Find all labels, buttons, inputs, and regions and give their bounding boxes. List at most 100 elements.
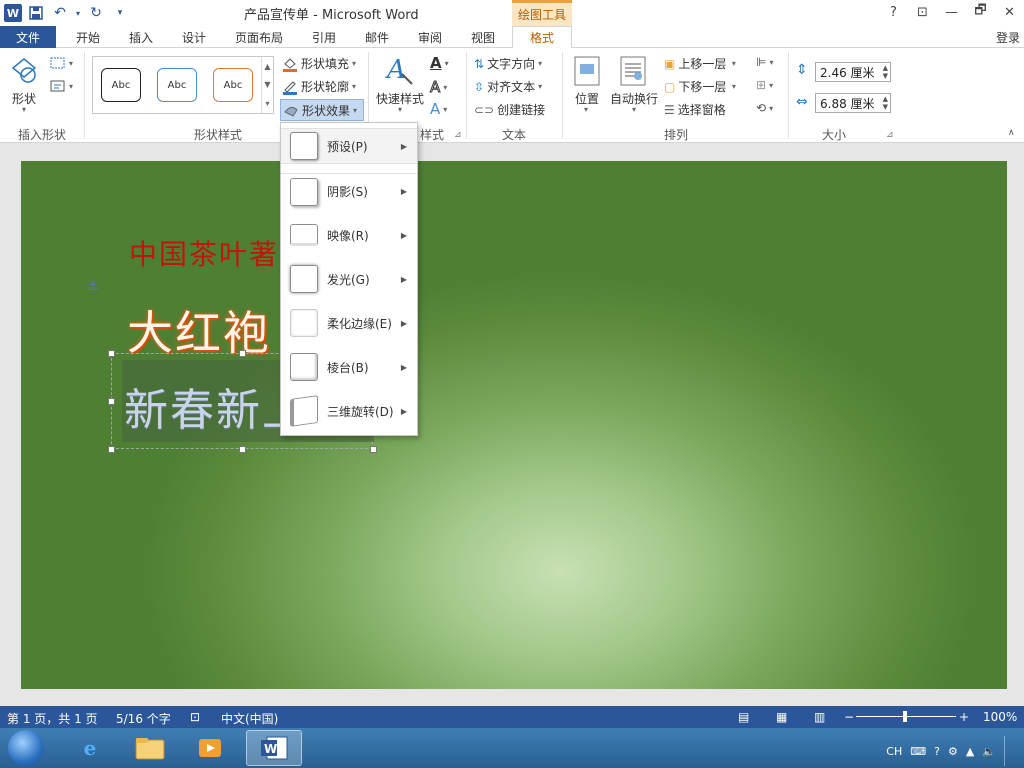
shape-outline-button[interactable]: 形状轮廓 ▾ <box>282 78 356 95</box>
document-page[interactable]: 中国茶叶著 ⚓ 大红袍 新春新上 <box>21 161 1007 689</box>
tab-insert[interactable]: 插入 <box>122 26 160 48</box>
customize-qat-icon[interactable]: ▾ <box>110 3 130 23</box>
volume-icon[interactable]: 🔈 <box>982 745 996 758</box>
resize-handle[interactable] <box>239 446 246 453</box>
menu-item-shadow[interactable]: 阴影(S) ▶ <box>281 173 417 209</box>
shape-fill-button[interactable]: 形状填充 ▾ <box>282 55 356 72</box>
quick-styles-icon[interactable]: A <box>384 54 414 91</box>
save-icon[interactable] <box>26 3 46 23</box>
ime-settings-icon[interactable]: ⚙ <box>948 745 958 758</box>
shape-effects-button[interactable]: 形状效果 ▾ <box>280 99 364 121</box>
undo-dropdown-icon[interactable]: ▾ <box>74 3 82 23</box>
menu-item-glow[interactable]: 发光(G) ▶ <box>281 261 417 297</box>
shape-style-preset-2[interactable]: Abc <box>157 68 197 102</box>
tab-review[interactable]: 审阅 <box>411 26 449 48</box>
align-text-button[interactable]: ⇳ 对齐文本 ▾ <box>474 78 542 95</box>
shape-height-field[interactable]: 2.46 厘米 ▲ ▼ <box>815 62 891 82</box>
media-player-taskbar-icon[interactable] <box>182 730 238 766</box>
menu-item-bevel[interactable]: 棱台(B) ▶ <box>281 349 417 385</box>
ribbon-display-icon[interactable]: ⊡ <box>908 0 937 24</box>
wrap-text-dropdown-icon[interactable]: ▾ <box>632 105 636 114</box>
quick-styles-dropdown-icon[interactable]: ▾ <box>398 105 402 114</box>
text-outline-icon[interactable]: A ▾ <box>429 78 447 97</box>
page-count[interactable]: 第 1 页，共 1 页 <box>7 710 98 727</box>
menu-item-3d-rotation[interactable]: 三维旋转(D) ▶ <box>281 393 417 429</box>
show-hidden-icons[interactable]: ▲ <box>966 745 974 758</box>
bring-forward-button[interactable]: ▣ 上移一层 ▾ <box>664 55 736 72</box>
minimize-icon[interactable]: — <box>937 0 966 24</box>
shape-style-preset-1[interactable]: Abc <box>101 68 141 102</box>
tab-design[interactable]: 设计 <box>175 26 213 48</box>
gallery-scroll[interactable]: ▲ ▼ ▾ <box>261 57 273 113</box>
zoom-slider-thumb[interactable] <box>903 711 907 722</box>
explorer-taskbar-icon[interactable] <box>122 730 178 766</box>
word-taskbar-icon[interactable]: W <box>246 730 302 766</box>
zoom-level[interactable]: 100% <box>983 710 1017 724</box>
edit-shape-icon[interactable]: ▾ <box>50 56 73 70</box>
text-fill-icon[interactable]: A ▾ <box>430 54 449 72</box>
height-spinner-icon[interactable]: ▲ ▼ <box>883 64 888 80</box>
paint-bucket-icon <box>283 57 297 72</box>
help-tray-icon[interactable]: ? <box>934 745 940 758</box>
zoom-out-button[interactable]: − <box>844 710 854 724</box>
resize-handle[interactable] <box>108 350 115 357</box>
tab-page-layout[interactable]: 页面布局 <box>229 26 289 48</box>
web-layout-icon[interactable]: ▥ <box>814 710 825 724</box>
help-icon[interactable]: ? <box>879 0 908 24</box>
create-link-button[interactable]: ⊂⊃ 创建链接 <box>474 101 545 118</box>
tab-view[interactable]: 视图 <box>464 26 502 48</box>
resize-handle[interactable] <box>239 350 246 357</box>
restore-icon[interactable]: 🗗 <box>966 0 995 24</box>
position-icon[interactable] <box>574 56 600 89</box>
read-mode-icon[interactable]: ▤ <box>738 710 749 724</box>
shape-width-field[interactable]: 6.88 厘米 ▲ ▼ <box>815 93 891 113</box>
menu-item-preset[interactable]: 预设(P) ▶ <box>281 128 417 164</box>
rotate-icon[interactable]: ⟲ ▾ <box>756 101 773 115</box>
align-text-icon: ⇳ <box>474 79 485 94</box>
text-effects-icon[interactable]: A ▾ <box>430 100 447 118</box>
collapse-ribbon-icon[interactable]: ∧ <box>1008 128 1015 138</box>
textbox-icon[interactable]: ▾ <box>50 79 73 93</box>
shape-outline-label: 形状轮廓 <box>301 80 350 94</box>
text-direction-button[interactable]: ⇅ 文字方向 ▾ <box>474 55 542 72</box>
shapes-dropdown-icon[interactable]: ▾ <box>22 105 26 114</box>
wrap-text-icon[interactable] <box>620 56 646 89</box>
slogan-text[interactable]: 中国茶叶著 <box>129 233 279 273</box>
menu-item-reflection[interactable]: 映像(R) ▶ <box>281 217 417 253</box>
login-link[interactable]: 登录 <box>996 26 1020 48</box>
start-button[interactable] <box>8 730 44 766</box>
send-backward-button[interactable]: ▢ 下移一层 ▾ <box>664 78 736 95</box>
undo-icon[interactable]: ↶ <box>50 3 70 23</box>
ie-taskbar-icon[interactable]: e <box>62 730 118 766</box>
tab-format[interactable]: 格式 <box>512 26 572 49</box>
tab-references[interactable]: 引用 <box>305 26 343 48</box>
resize-handle[interactable] <box>370 446 377 453</box>
redo-icon[interactable]: ↻ <box>86 3 106 23</box>
print-layout-icon[interactable]: ▦ <box>776 710 787 724</box>
proofing-icon[interactable]: ⊡ <box>190 710 200 724</box>
textbox-text[interactable]: 新春新上 <box>124 374 284 438</box>
close-icon[interactable]: ✕ <box>995 0 1024 24</box>
width-spinner-icon[interactable]: ▲ ▼ <box>883 95 888 111</box>
tab-mailings[interactable]: 邮件 <box>358 26 396 48</box>
resize-handle[interactable] <box>108 398 115 405</box>
word-app-icon[interactable]: W <box>4 4 22 22</box>
tab-home[interactable]: 开始 <box>70 26 106 48</box>
tab-file[interactable]: 文件 <box>0 26 56 48</box>
ime-indicator[interactable]: CH <box>886 745 902 758</box>
language-indicator[interactable]: 中文(中国) <box>221 710 278 727</box>
group-objects-icon[interactable]: ⊞ ▾ <box>756 78 773 92</box>
keyboard-icon[interactable]: ⌨ <box>910 745 926 758</box>
zoom-in-button[interactable]: + <box>959 710 969 724</box>
selection-pane-button[interactable]: ☰ 选择窗格 <box>664 101 726 118</box>
art-styles-launcher-icon[interactable]: ⊿ <box>454 130 462 140</box>
align-icon[interactable]: ⊫ ▾ <box>756 55 773 69</box>
word-count[interactable]: 5/16 个字 <box>116 710 171 727</box>
shape-style-preset-3[interactable]: Abc <box>213 68 253 102</box>
resize-handle[interactable] <box>108 446 115 453</box>
menu-item-soft-edges[interactable]: 柔化边缘(E) ▶ <box>281 305 417 341</box>
show-desktop-button[interactable] <box>1004 736 1014 766</box>
position-dropdown-icon[interactable]: ▾ <box>584 105 588 114</box>
size-launcher-icon[interactable]: ⊿ <box>886 130 894 140</box>
shapes-icon[interactable] <box>10 56 40 89</box>
